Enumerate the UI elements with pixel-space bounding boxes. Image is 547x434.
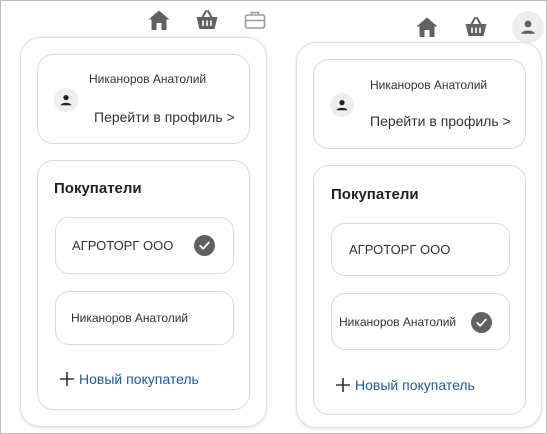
go-to-profile-link[interactable]: Перейти в профиль > xyxy=(94,109,235,125)
buyers-card: Покупатели АГРОТОРГ ООО Никаноров Анатол… xyxy=(313,165,526,415)
buyer-item[interactable]: Никаноров Анатолий xyxy=(55,291,234,345)
plus-icon xyxy=(60,372,74,386)
new-buyer-label: Новый покупатель xyxy=(355,377,475,393)
home-icon[interactable] xyxy=(414,14,440,40)
buyer-label: Никаноров Анатолий xyxy=(71,311,189,325)
buyer-label: АГРОТОРГ ООО xyxy=(72,238,174,253)
buyer-item[interactable]: АГРОТОРГ ООО xyxy=(331,223,510,276)
user-icon[interactable] xyxy=(512,11,544,43)
buyer-label: Никаноров Анатолий xyxy=(339,314,457,329)
new-buyer-button[interactable]: Новый покупатель xyxy=(59,371,199,387)
buyer-label: АГРОТОРГ ООО xyxy=(349,242,451,257)
buyers-title: Покупатели xyxy=(331,186,419,203)
new-buyer-label: Новый покупатель xyxy=(79,371,199,387)
plus-icon xyxy=(336,378,350,392)
check-icon xyxy=(194,235,215,256)
buyer-item[interactable]: АГРОТОРГ ООО xyxy=(55,217,234,274)
top-nav-left xyxy=(146,7,268,33)
buyers-title: Покупатели xyxy=(54,180,142,197)
buyer-item[interactable]: Никаноров Анатолий xyxy=(331,293,510,350)
home-icon[interactable] xyxy=(146,7,172,33)
briefcase-icon[interactable] xyxy=(242,7,268,33)
profile-card[interactable]: Никаноров Анатолий Перейти в профиль > xyxy=(37,54,250,144)
user-icon xyxy=(330,93,354,117)
basket-icon[interactable] xyxy=(463,14,489,40)
user-icon xyxy=(54,88,78,112)
buyers-card: Покупатели АГРОТОРГ ООО Никаноров Анатол… xyxy=(37,160,250,410)
basket-icon[interactable] xyxy=(194,7,220,33)
new-buyer-button[interactable]: Новый покупатель xyxy=(335,377,475,393)
go-to-profile-link[interactable]: Перейти в профиль > xyxy=(370,113,511,129)
top-nav-right xyxy=(414,11,544,43)
profile-name: Никаноров Анатолий xyxy=(89,72,207,86)
profile-card[interactable]: Никаноров Анатолий Перейти в профиль > xyxy=(313,59,526,149)
profile-name: Никаноров Анатолий xyxy=(370,78,488,92)
account-panel-left: Никаноров Анатолий Перейти в профиль > П… xyxy=(20,37,267,427)
account-panel-right: Никаноров Анатолий Перейти в профиль > П… xyxy=(296,42,542,428)
check-icon xyxy=(471,312,492,333)
